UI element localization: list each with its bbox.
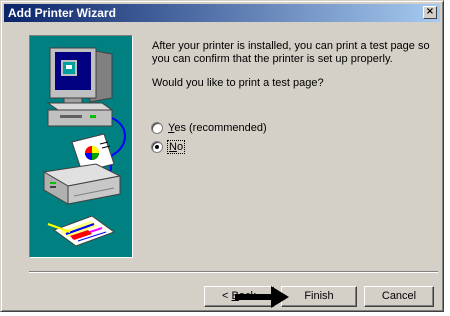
close-icon: ×	[425, 6, 435, 17]
radio-yes-button[interactable]	[151, 122, 163, 134]
pointer-arrow-icon	[235, 286, 289, 308]
radio-no-mnemonic: N	[169, 141, 177, 153]
add-printer-wizard-window: Add Printer Wizard × After your printer …	[0, 0, 444, 312]
radio-no-button[interactable]	[151, 141, 163, 153]
radio-yes-label-text: es (recommended)	[174, 122, 267, 134]
radio-no[interactable]: No	[151, 140, 186, 154]
radio-selected-dot	[155, 145, 159, 149]
window-title: Add Printer Wizard	[8, 6, 116, 20]
radio-yes[interactable]: Yes (recommended)	[151, 121, 267, 135]
close-button[interactable]: ×	[423, 6, 437, 19]
cancel-button[interactable]: Cancel	[364, 286, 434, 307]
button-separator	[29, 271, 438, 273]
radio-no-label[interactable]: No	[166, 140, 186, 154]
wizard-illustration	[29, 35, 133, 258]
test-page-question: Would you like to print a test page?	[152, 77, 324, 89]
back-button-prefix: <	[222, 290, 232, 302]
instruction-text: After your printer is installed, you can…	[152, 40, 430, 65]
radio-no-label-text: o	[176, 141, 184, 153]
radio-yes-label[interactable]: Yes (recommended)	[168, 122, 267, 134]
finish-button-label: Finish	[304, 290, 334, 302]
title-bar[interactable]: Add Printer Wizard ×	[4, 4, 440, 22]
computer-printer-illustration	[42, 47, 126, 247]
cancel-button-label: Cancel	[381, 290, 417, 302]
